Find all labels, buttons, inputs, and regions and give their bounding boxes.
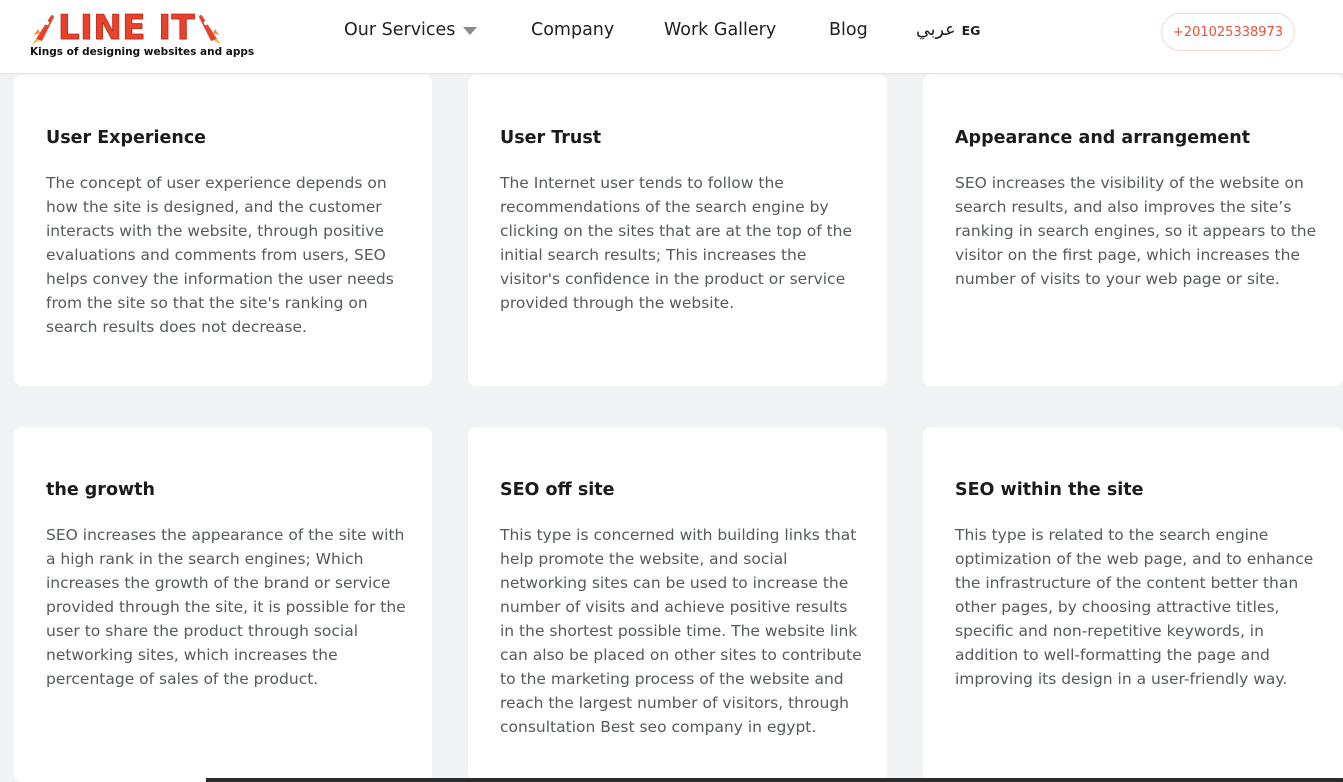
card-text: SEO increases the visibility of the webs… [955, 174, 1317, 288]
card-title: SEO within the site [955, 480, 1144, 500]
card-text: This type is concerned with building lin… [500, 526, 862, 736]
card-text: The Internet user tends to follow the re… [500, 174, 853, 312]
card-title: SEO off site [500, 480, 615, 500]
card-title: User Trust [500, 128, 602, 148]
site-logo[interactable]: LINE IT Kings of designing websites and … [30, 8, 254, 64]
logo-tagline: Kings of designing websites and apps [30, 46, 255, 58]
caret-down-icon [463, 27, 478, 35]
feature-card-appearance: Appearance and arrangement SEO increases… [923, 75, 1343, 386]
card-title: Appearance and arrangement [955, 128, 1251, 148]
nav-label: Work Gallery [664, 20, 777, 40]
nav-company[interactable]: Company [531, 20, 614, 40]
feature-card-seo-off-site: SEO off site This type is concerned with… [468, 427, 887, 782]
feature-card-user-trust: User Trust The Internet user tends to fo… [468, 75, 887, 386]
logo-text: LINE IT [57, 8, 196, 49]
card-text: The concept of user experience depends o… [46, 174, 394, 336]
nav-label: Company [531, 20, 615, 40]
site-header: LINE IT Kings of designing websites and … [0, 0, 1343, 74]
feature-card-seo-within-site: SEO within the site This type is related… [923, 427, 1343, 782]
nav-blog[interactable]: Blog [829, 20, 868, 40]
rocket-icon [199, 15, 222, 44]
feature-card-growth: the growth SEO increases the appearance … [14, 427, 432, 782]
language-code: EG [961, 22, 981, 38]
language-switch[interactable]: عربي EG [916, 20, 980, 40]
bottom-edge-bar [206, 778, 1343, 782]
nav-label: Blog [829, 20, 868, 40]
nav-label: Our Services [344, 20, 456, 40]
language-label: عربي [916, 20, 956, 40]
feature-card-user-experience: User Experience The concept of user expe… [14, 75, 432, 386]
rocket-icon [32, 15, 54, 44]
card-title: User Experience [46, 128, 207, 148]
logo-mark: LINE IT [30, 8, 223, 49]
nav-our-services[interactable]: Our Services [344, 20, 478, 40]
nav-work-gallery[interactable]: Work Gallery [664, 20, 776, 40]
phone-button[interactable]: +201025338973 [1161, 13, 1295, 51]
card-title: the growth [46, 480, 155, 500]
card-text: This type is related to the search engin… [955, 526, 1314, 688]
card-text: SEO increases the appearance of the site… [46, 526, 406, 688]
